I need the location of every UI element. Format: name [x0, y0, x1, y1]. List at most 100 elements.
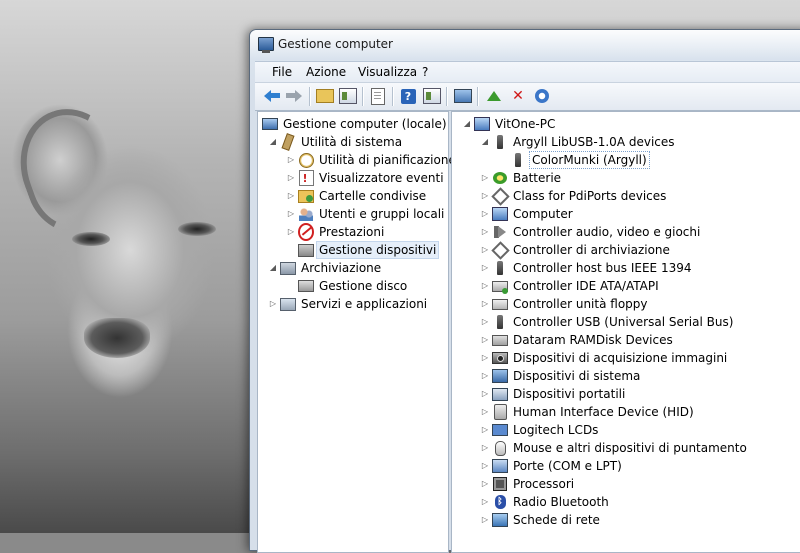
lcd-icon	[492, 422, 508, 438]
collapsed-arrow-icon[interactable]: ▷	[480, 493, 490, 511]
portable-device-icon	[492, 386, 508, 402]
bluetooth-icon: ᛒ	[492, 494, 508, 510]
collapsed-arrow-icon[interactable]: ▷	[480, 439, 490, 457]
clock-icon	[298, 152, 314, 168]
collapsed-arrow-icon[interactable]: ▷	[480, 187, 490, 205]
show-hide-console-tree-icon	[339, 88, 357, 104]
generic-device-icon	[490, 240, 510, 260]
tree-item-label: Cartelle condivise	[319, 189, 427, 203]
tools-icon	[280, 133, 296, 151]
disk-icon	[298, 278, 314, 294]
back-button[interactable]	[262, 86, 282, 106]
collapsed-arrow-icon[interactable]: ▷	[268, 295, 278, 313]
device-category-label: Controller audio, video e giochi	[513, 225, 701, 239]
speaker-icon	[492, 224, 508, 240]
expanded-arrow-icon[interactable]: ◢	[268, 133, 278, 151]
tree-item-label: Visualizzatore eventi	[319, 171, 444, 185]
collapsed-arrow-icon[interactable]: ▷	[286, 223, 296, 241]
export-list-icon	[371, 87, 385, 105]
tree-item-label: Archiviazione	[301, 261, 382, 275]
title-bar[interactable]: Gestione computer	[250, 30, 800, 60]
collapsed-arrow-icon[interactable]: ▷	[286, 169, 296, 187]
toolbar-separator	[392, 87, 394, 106]
computer-icon	[492, 206, 508, 222]
expanded-arrow-icon[interactable]: ◢	[268, 259, 278, 277]
device-category-label: Logitech LCDs	[513, 423, 599, 437]
computer-icon	[474, 116, 490, 132]
tree-item-label-selected: Gestione dispositivi	[316, 241, 440, 259]
toolbar-separator	[362, 87, 364, 106]
system-device-icon	[492, 368, 508, 384]
show-action-pane-button[interactable]	[422, 86, 442, 106]
console-tree-pane[interactable]: Gestione computer (locale) ◢ Utilità di …	[257, 111, 456, 553]
device-category-label: Processori	[513, 477, 575, 491]
collapsed-arrow-icon[interactable]: ▷	[480, 277, 490, 295]
collapsed-arrow-icon[interactable]: ▷	[480, 331, 490, 349]
processor-icon	[492, 476, 508, 492]
device-tree-pane[interactable]: ◢ VitOne-PC ◢ Argyll LibUSB-1.0A devices…	[451, 111, 800, 553]
usb-device-icon	[510, 152, 526, 168]
usb-device-icon	[492, 134, 508, 150]
collapsed-arrow-icon[interactable]: ▷	[480, 349, 490, 367]
users-icon	[298, 206, 314, 222]
tree-item-label: Utenti e gruppi locali	[319, 207, 445, 221]
menu-file[interactable]: File	[268, 64, 296, 80]
menu-help[interactable]: ?	[418, 64, 432, 80]
tree-item-label: Utilità di sistema	[301, 135, 403, 149]
collapsed-arrow-icon[interactable]: ▷	[480, 169, 490, 187]
device-category-label: Dispositivi di acquisizione immagini	[513, 351, 728, 365]
collapsed-arrow-icon[interactable]: ▷	[480, 421, 490, 439]
collapsed-arrow-icon[interactable]: ▷	[480, 385, 490, 403]
export-list-button[interactable]	[368, 86, 388, 106]
collapsed-arrow-icon[interactable]: ▷	[480, 295, 490, 313]
wallpaper-lion-nose	[84, 318, 150, 358]
device-tree-root-label: VitOne-PC	[495, 117, 556, 131]
collapsed-arrow-icon[interactable]: ▷	[480, 223, 490, 241]
toolbar: ? ✕	[255, 82, 800, 111]
collapsed-arrow-icon[interactable]: ▷	[480, 475, 490, 493]
forward-button[interactable]	[284, 86, 304, 106]
show-hide-tree-button[interactable]	[338, 86, 358, 106]
collapsed-arrow-icon[interactable]: ▷	[480, 205, 490, 223]
uninstall-icon: ✕	[512, 88, 524, 104]
help-icon: ?	[400, 88, 416, 104]
menu-azione[interactable]: Azione	[302, 64, 350, 80]
expanded-arrow-icon[interactable]: ◢	[462, 115, 472, 133]
wallpaper-lion-eye-right	[178, 222, 216, 236]
uninstall-button[interactable]: ✕	[508, 86, 528, 106]
tree-item-label: Servizi e applicazioni	[301, 297, 428, 311]
computer-management-icon	[258, 37, 274, 53]
collapsed-arrow-icon[interactable]: ▷	[286, 205, 296, 223]
computer-management-icon	[262, 116, 278, 132]
menu-bar: File Azione Visualizza ?	[255, 61, 800, 82]
ramdisk-icon	[492, 332, 508, 348]
window-title: Gestione computer	[278, 37, 393, 51]
device-category-label: Controller host bus IEEE 1394	[513, 261, 692, 275]
expanded-arrow-icon[interactable]: ◢	[480, 133, 490, 151]
up-folder-icon	[316, 89, 334, 103]
menu-visualizza[interactable]: Visualizza	[354, 64, 421, 80]
collapsed-arrow-icon[interactable]: ▷	[286, 187, 296, 205]
collapsed-arrow-icon[interactable]: ▷	[480, 511, 490, 529]
camera-icon	[492, 350, 508, 366]
up-button[interactable]	[315, 86, 335, 106]
update-driver-icon	[487, 91, 501, 101]
device-category-label: Controller unità floppy	[513, 297, 648, 311]
usb-device-icon	[492, 314, 508, 330]
generic-device-icon	[490, 186, 510, 206]
scan-hardware-button[interactable]	[453, 86, 473, 106]
collapsed-arrow-icon[interactable]: ▷	[480, 457, 490, 475]
collapsed-arrow-icon[interactable]: ▷	[480, 367, 490, 385]
tree-item-label: Prestazioni	[319, 225, 385, 239]
collapsed-arrow-icon[interactable]: ▷	[480, 313, 490, 331]
help-button[interactable]: ?	[398, 86, 418, 106]
collapsed-arrow-icon[interactable]: ▷	[286, 151, 296, 169]
mouse-icon	[492, 440, 508, 456]
show-action-pane-icon	[423, 88, 441, 104]
update-driver-button[interactable]	[484, 86, 504, 106]
disable-device-button[interactable]	[532, 86, 552, 106]
device-category-label: Human Interface Device (HID)	[513, 405, 694, 419]
collapsed-arrow-icon[interactable]: ▷	[480, 403, 490, 421]
collapsed-arrow-icon[interactable]: ▷	[480, 241, 490, 259]
collapsed-arrow-icon[interactable]: ▷	[480, 259, 490, 277]
